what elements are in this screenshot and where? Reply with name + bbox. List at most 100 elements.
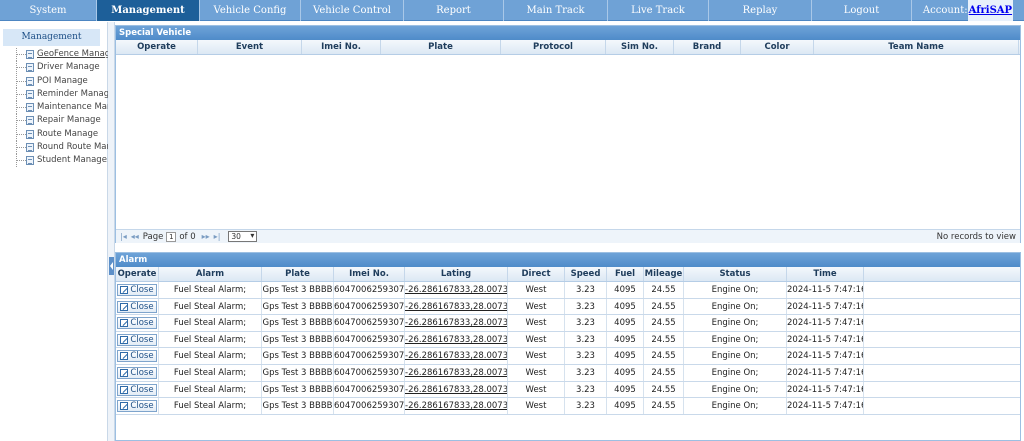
sidebar-item-label: POI Manage [37, 75, 88, 86]
close-button[interactable]: Close [117, 350, 157, 363]
column-header-plate[interactable]: Plate [381, 40, 501, 54]
cell-fuel: 4095 [607, 315, 644, 331]
cell-latlng[interactable]: -26.286167833,28.007314 [405, 315, 508, 331]
sidebar-item-route-manage[interactable]: Route Manage [12, 127, 108, 142]
cell-alarm: Fuel Steal Alarm; [159, 282, 262, 298]
latlng-link[interactable]: -26.286167833,28.007314 [405, 302, 507, 312]
table-row[interactable]: Close Fuel Steal Alarm; Gps Test 3 BBBB 604… [116, 348, 1020, 365]
close-button[interactable]: Close [117, 383, 157, 396]
sidebar-item-reminder-manage[interactable]: Reminder Manage [12, 87, 108, 102]
nav-system[interactable]: System [0, 0, 97, 21]
close-button[interactable]: Close [117, 317, 157, 330]
column-header-status[interactable]: Status [684, 267, 787, 281]
latlng-link[interactable]: -26.286167833,28.007314 [405, 368, 507, 378]
column-header-imei[interactable]: Imei No. [302, 40, 381, 54]
column-header-speed[interactable]: Speed [565, 267, 607, 281]
latlng-link[interactable]: -26.286167833,28.007314 [405, 385, 507, 395]
sidebar-header[interactable]: Management [3, 29, 100, 46]
sidebar: Management GeoFence Manage Driver Manage… [0, 22, 108, 441]
cell-imei: 604700625930787 [334, 348, 405, 364]
close-button[interactable]: Close [117, 284, 157, 296]
cell-latlng[interactable]: -26.286167833,28.007314 [405, 282, 508, 298]
column-header-protocol[interactable]: Protocol [501, 40, 606, 54]
latlng-link[interactable]: -26.286167833,28.007314 [405, 318, 507, 328]
cell-latlng[interactable]: -26.286167833,28.007314 [405, 298, 508, 315]
page-input[interactable]: 1 [166, 231, 177, 242]
cell-operate: Close [116, 348, 159, 364]
close-label: Close [130, 318, 154, 329]
cell-fuel: 4095 [607, 348, 644, 364]
sidebar-item-student-manage[interactable]: Student Manage [12, 154, 108, 168]
latlng-link[interactable]: -26.286167833,28.007314 [405, 285, 507, 295]
last-page-icon[interactable]: ▸| [214, 232, 221, 241]
collapse-arrow-icon[interactable] [109, 257, 114, 275]
latlng-link[interactable]: -26.286167833,28.007314 [405, 401, 507, 411]
column-header-alarm[interactable]: Alarm [159, 267, 262, 281]
table-row[interactable]: Close Fuel Steal Alarm; Gps Test 3 BBBB 604… [116, 282, 1020, 299]
cell-latlng[interactable]: -26.286167833,28.007314 [405, 348, 508, 364]
sidebar-item-repair-manage[interactable]: Repair Manage [12, 114, 108, 128]
latlng-link[interactable]: -26.286167833,28.007314 [405, 351, 507, 361]
nav-live-track[interactable]: Live Track [608, 0, 709, 21]
column-header-brand[interactable]: Brand [674, 40, 741, 54]
close-button[interactable]: Close [117, 300, 157, 313]
cell-operate: Close [116, 331, 159, 348]
column-header-operate[interactable]: Operate [116, 40, 198, 54]
cell-latlng[interactable]: -26.286167833,28.007314 [405, 364, 508, 381]
nav-main-track[interactable]: Main Track [504, 0, 608, 21]
cell-operate: Close [116, 298, 159, 315]
latlng-link[interactable]: -26.286167833,28.007314 [405, 335, 507, 345]
column-header-color[interactable]: Color [741, 40, 814, 54]
table-row[interactable]: Close Fuel Steal Alarm; Gps Test 3 BBBB 604… [116, 364, 1020, 382]
nav-report[interactable]: Report [404, 0, 504, 21]
column-header-direct[interactable]: Direct [508, 267, 565, 281]
column-header-event[interactable]: Event [198, 40, 302, 54]
page-size-select[interactable]: 30 [228, 231, 258, 242]
close-button[interactable]: Close [117, 366, 157, 379]
column-header-imei[interactable]: Imei No. [334, 267, 405, 281]
nav-replay[interactable]: Replay [709, 0, 812, 21]
column-header-team-name[interactable]: Team Name [814, 40, 1019, 54]
column-header-time[interactable]: Time [787, 267, 864, 281]
next-page-icon[interactable]: ▸▸ [202, 232, 210, 241]
prev-page-icon[interactable]: ◂◂ [131, 232, 139, 241]
sidebar-item-poi-manage[interactable]: POI Manage [12, 74, 108, 88]
cell-time: 2024-11-5 7:47:16 [787, 298, 864, 315]
column-header-mileage[interactable]: Mileage [644, 267, 684, 281]
nav-management[interactable]: Management [97, 0, 200, 21]
cell-alarm: Fuel Steal Alarm; [159, 364, 262, 381]
cell-direct: West [508, 364, 565, 381]
cell-latlng[interactable]: -26.286167833,28.007314 [405, 381, 508, 398]
close-button[interactable]: Close [117, 400, 157, 413]
column-header-lating[interactable]: Lating [405, 267, 508, 281]
account-name-link[interactable]: AfriSAP [967, 0, 1014, 21]
nav-vehicle-config[interactable]: Vehicle Config [200, 0, 301, 21]
cell-imei: 604700625930787 [334, 331, 405, 348]
sidebar-item-geofence-manage[interactable]: GeoFence Manage [12, 48, 108, 62]
nav-vehicle-control[interactable]: Vehicle Control [301, 0, 404, 21]
column-header-fuel[interactable]: Fuel [607, 267, 644, 281]
edit-icon [120, 385, 129, 394]
nav-logout[interactable]: Logout [812, 0, 912, 21]
column-header-operate[interactable]: Operate [116, 267, 159, 281]
table-row[interactable]: Close Fuel Steal Alarm; Gps Test 3 BBBB 604… [116, 315, 1020, 332]
table-row[interactable]: Close Fuel Steal Alarm; Gps Test 3 BBBB 604… [116, 398, 1020, 415]
close-button[interactable]: Close [117, 333, 157, 346]
cell-latlng[interactable]: -26.286167833,28.007314 [405, 398, 508, 414]
cell-status: Engine On; [684, 398, 787, 414]
sidebar-item-round-route-manage[interactable]: Round Route Manage [12, 141, 108, 155]
column-header-sim-no[interactable]: Sim No. [606, 40, 674, 54]
sidebar-item-maintenance-manage[interactable]: Maintenance Manage [12, 101, 108, 115]
cell-plate: Gps Test 3 BBBB [262, 331, 334, 348]
first-page-icon[interactable]: |◂ [120, 232, 127, 241]
cell-speed: 3.23 [565, 282, 607, 298]
layout-splitter[interactable] [108, 22, 115, 441]
sidebar-item-driver-manage[interactable]: Driver Manage [12, 61, 108, 75]
column-header-plate[interactable]: Plate [262, 267, 334, 281]
table-row[interactable]: Close Fuel Steal Alarm; Gps Test 3 BBBB 604… [116, 298, 1020, 316]
table-row[interactable]: Close Fuel Steal Alarm; Gps Test 3 BBBB 604… [116, 381, 1020, 399]
cell-time: 2024-11-5 7:47:16 [787, 315, 864, 331]
cell-plate: Gps Test 3 BBBB [262, 315, 334, 331]
cell-latlng[interactable]: -26.286167833,28.007314 [405, 331, 508, 348]
table-row[interactable]: Close Fuel Steal Alarm; Gps Test 3 BBBB 604… [116, 331, 1020, 349]
